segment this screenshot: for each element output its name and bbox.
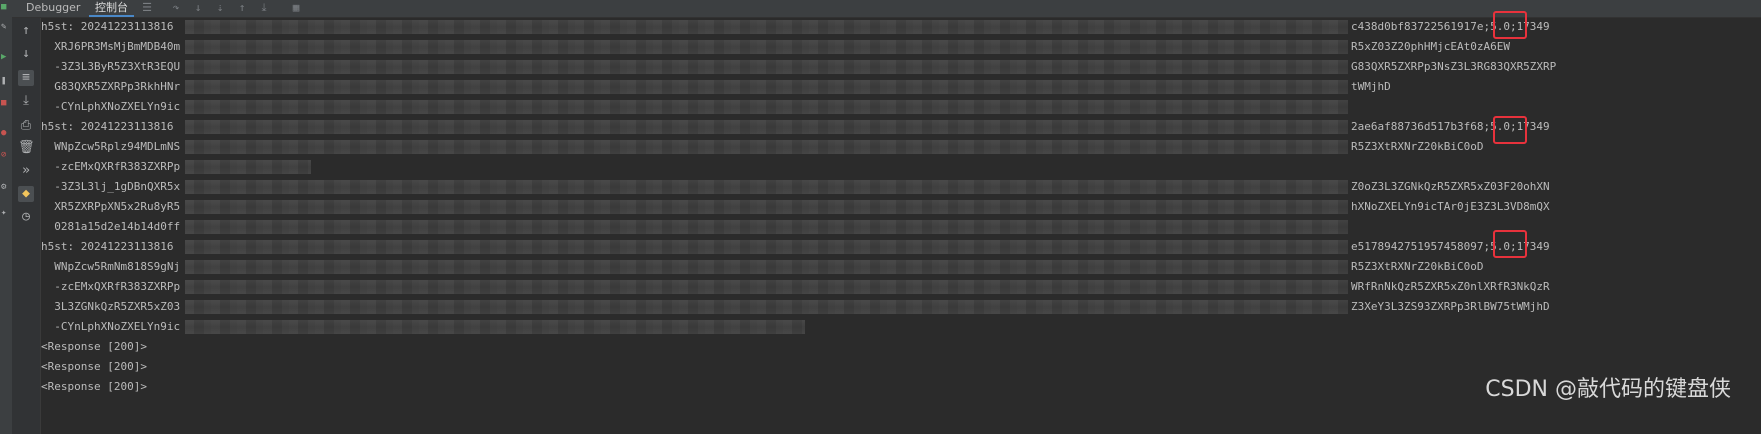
redacted-region [185, 180, 1348, 194]
redacted-region [185, 220, 1348, 234]
version-highlight-box [1493, 116, 1527, 144]
redacted-region [185, 60, 1348, 74]
console-line: WNpZcw5RmNm818S9gNj [41, 260, 181, 273]
version-highlight-box [1493, 230, 1527, 258]
console-line: -zcEMxQXRfR383ZXRPp [41, 280, 181, 293]
soft-wrap-icon[interactable]: ≡ [18, 70, 34, 86]
pin-icon[interactable]: ✦ [1, 208, 11, 218]
console-line: h5st: 20241223113816 [41, 120, 174, 133]
console-line: <Response [200]> [41, 360, 147, 373]
console-line-tail: hXNoZXELYn9icTAr0jE3Z3L3VD8mQX [1351, 200, 1550, 213]
force-step-icon[interactable]: ⇣ [214, 2, 226, 14]
wrench-icon[interactable]: ✎ [1, 22, 11, 32]
menu-icon[interactable]: ☰ [141, 2, 153, 14]
console-line-tail: Z3XeY3L3ZS93ZXRPp3RlBW75tWMjhD [1351, 300, 1550, 313]
evaluate-icon[interactable]: ▦ [290, 2, 302, 14]
redacted-region [185, 20, 1348, 34]
console-gutter: ↑ ↓ ≡ ⤓ ⎙ 🗑 » ◆ ◷ [12, 18, 41, 434]
redacted-region [185, 320, 805, 334]
console-line: WNpZcw5Rplz94MDLmNS [41, 140, 181, 153]
console-line-tail: R5xZ03Z20phHMjcEAt0zA6EW [1351, 40, 1510, 53]
redacted-region [185, 160, 311, 174]
scroll-to-end-icon[interactable]: ⤓ [18, 93, 34, 109]
redacted-region [185, 300, 1348, 314]
console-line: -CYnLphXNoZXELYn9ic [41, 320, 181, 333]
mute-icon[interactable]: ⊘ [1, 150, 11, 160]
print-icon[interactable]: ⎙ [18, 118, 34, 134]
console-line: h5st: 20241223113816 [41, 240, 174, 253]
resume-icon[interactable]: ▶ [1, 52, 11, 62]
redacted-region [185, 120, 1348, 134]
console-line: -CYnLphXNoZXELYn9ic [41, 100, 181, 113]
redacted-region [185, 200, 1348, 214]
trash-icon[interactable]: 🗑 [18, 140, 35, 156]
run-icon[interactable]: ■ [1, 2, 11, 12]
console-line: G83QXR5ZXRPp3RkhHNr [41, 80, 181, 93]
console-line: XRJ6PR3MsMjBmMDB40m [41, 40, 181, 53]
redacted-region [185, 240, 1348, 254]
version-highlight-box [1493, 11, 1527, 39]
tab-console[interactable]: 控制台 [89, 0, 134, 17]
redacted-region [185, 40, 1348, 54]
console-line: -zcEMxQXRfR383ZXRPp [41, 160, 181, 173]
more-icon[interactable]: » [18, 163, 34, 179]
clock-icon[interactable]: ◷ [18, 209, 34, 225]
console-line-tail: G83QXR5ZXRPp3NsZ3L3RG83QXR5ZXRP [1351, 60, 1557, 73]
console-line-tail: Z0oZ3L3ZGNkQzR5ZXR5xZ03F20ohXN [1351, 180, 1550, 193]
stop-icon[interactable]: ■ [1, 98, 11, 108]
run-to-cursor-icon[interactable]: ⤓ [258, 2, 270, 14]
up-arrow-icon[interactable]: ↑ [18, 23, 34, 39]
step-out-icon[interactable]: ↑ [236, 2, 248, 14]
console-line-tail: tWMjhD [1351, 80, 1391, 93]
redacted-region [185, 80, 1348, 94]
console-line-tail: R5Z3XtRXNrZ20kBiC0oD [1351, 140, 1484, 153]
console-line: 3L3ZGNkQzR5ZXR5xZ03 [41, 300, 181, 313]
tab-debugger[interactable]: Debugger [26, 0, 80, 17]
redacted-region [185, 140, 1348, 154]
console-line-tail: WRfRnNkQzR5ZXR5xZ0nlXRfR3NkQzR [1351, 280, 1550, 293]
redacted-region [185, 260, 1348, 274]
step-over-icon[interactable]: ↷ [170, 2, 182, 14]
console-line: -3Z3L3ByR5Z3XtR3EQU [41, 60, 181, 73]
pause-icon[interactable]: ❚ [1, 76, 11, 86]
console-line: h5st: 20241223113816 [41, 20, 174, 33]
console-line-tail: R5Z3XtRXNrZ20kBiC0oD [1351, 260, 1484, 273]
watermark: CSDN @敲代码的键盘侠 [1485, 377, 1731, 402]
redacted-region [185, 100, 1348, 114]
console-line: XR5ZXRPpXN5x2Ru8yR5 [41, 200, 181, 213]
console-line: <Response [200]> [41, 380, 147, 393]
console-line: 0281a15d2e14b14d0ff [41, 220, 181, 233]
step-into-icon[interactable]: ↓ [192, 2, 204, 14]
redacted-region [185, 280, 1348, 294]
breakpoint-icon[interactable]: ● [1, 128, 11, 138]
console-line: <Response [200]> [41, 340, 147, 353]
settings-icon[interactable]: ⚙ [1, 182, 11, 192]
python-console-icon[interactable]: ◆ [18, 186, 34, 202]
console-line: -3Z3L3lj_1gDBnQXR5x [41, 180, 181, 193]
down-arrow-icon[interactable]: ↓ [18, 46, 34, 62]
